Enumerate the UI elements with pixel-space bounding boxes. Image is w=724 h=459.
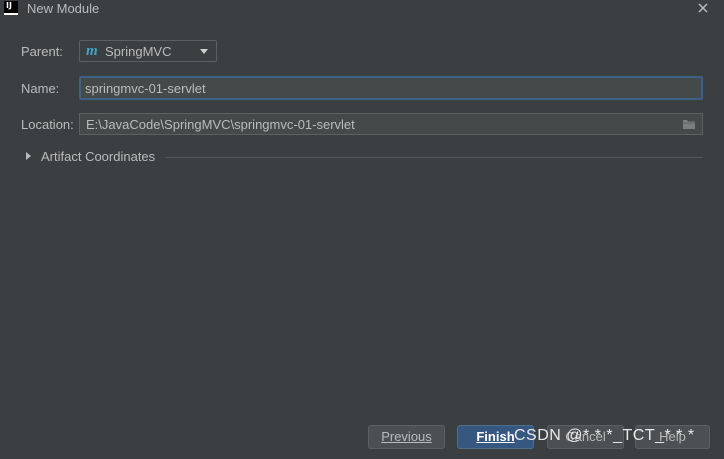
help-button[interactable]: Help xyxy=(635,425,710,449)
name-field[interactable] xyxy=(79,76,703,100)
artifact-coordinates-label: Artifact Coordinates xyxy=(41,149,156,164)
intellij-app-icon: IJ xyxy=(4,1,18,15)
parent-label: Parent: xyxy=(21,44,63,59)
location-label: Location: xyxy=(21,117,74,132)
chevron-right-icon xyxy=(26,152,31,160)
close-icon[interactable] xyxy=(696,1,710,15)
title-bar: IJ New Module xyxy=(0,0,724,18)
cancel-button[interactable]: Cancel xyxy=(547,425,624,449)
parent-dropdown[interactable]: m SpringMVC xyxy=(79,40,217,62)
location-input[interactable] xyxy=(86,116,666,133)
maven-module-icon: m xyxy=(86,43,98,59)
folder-icon[interactable] xyxy=(682,118,696,130)
parent-value: SpringMVC xyxy=(105,44,172,59)
finish-button[interactable]: Finish xyxy=(457,425,534,449)
previous-button[interactable]: Previous xyxy=(368,425,445,449)
chevron-down-icon xyxy=(200,49,208,54)
name-input[interactable] xyxy=(85,80,685,97)
location-field[interactable] xyxy=(79,113,703,135)
window-title: New Module xyxy=(27,1,100,16)
artifact-separator xyxy=(165,157,703,158)
name-label: Name: xyxy=(21,81,60,96)
